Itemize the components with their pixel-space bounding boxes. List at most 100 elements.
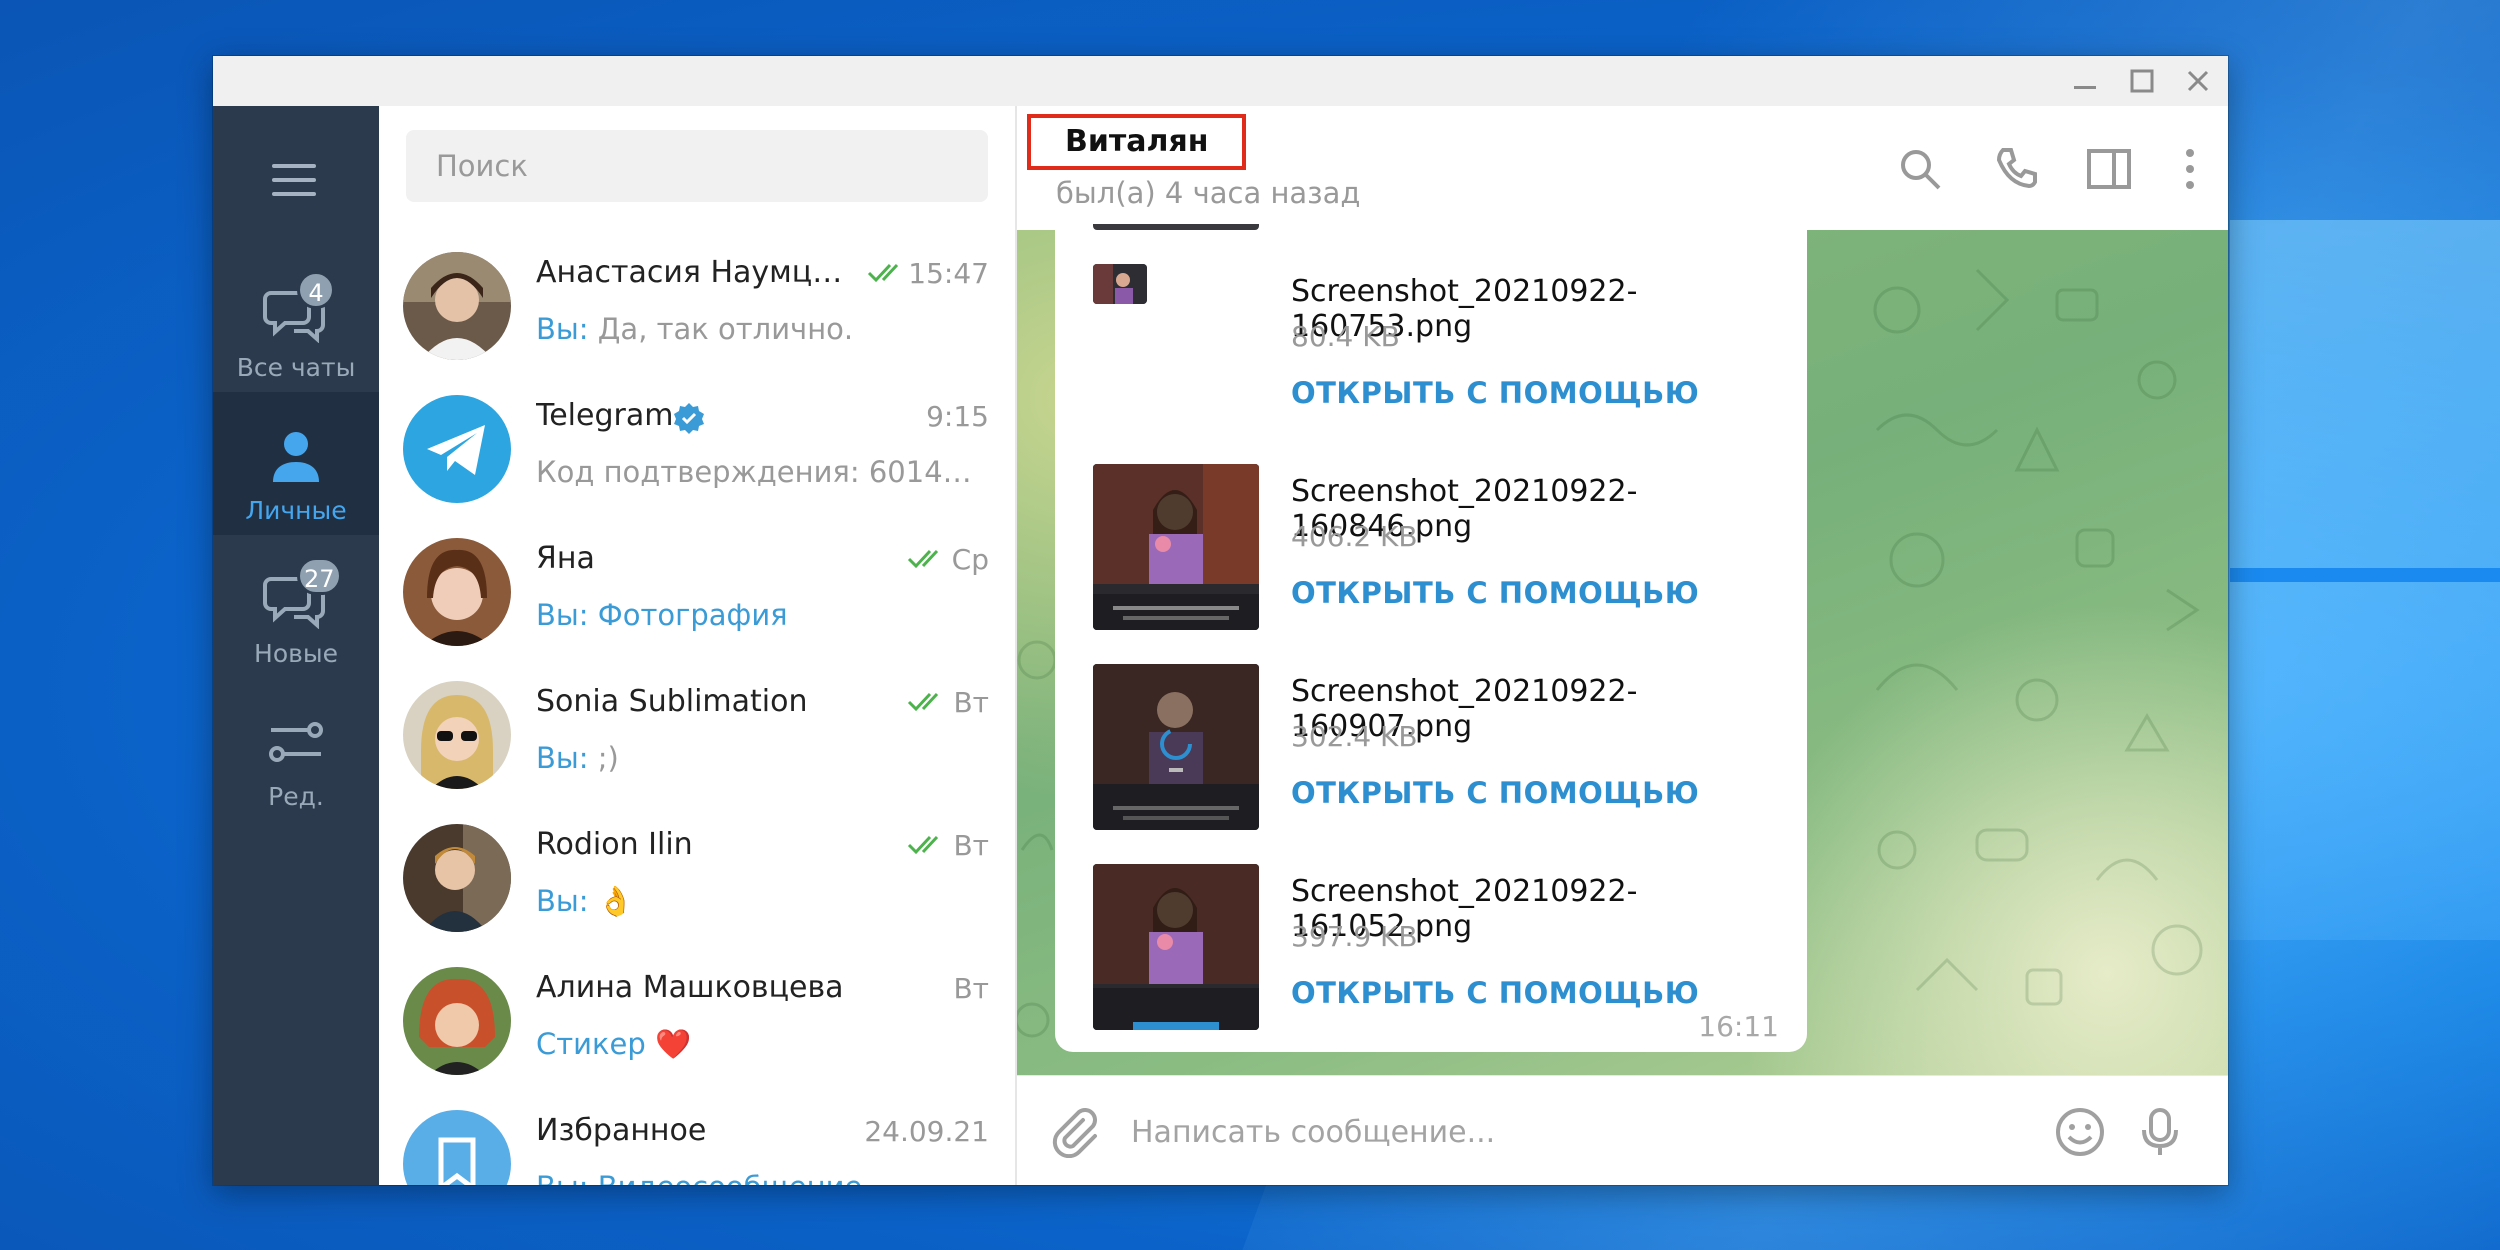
microphone-icon[interactable] xyxy=(2134,1106,2186,1158)
hamburger-icon xyxy=(272,164,316,168)
message-input[interactable] xyxy=(1129,1101,2033,1163)
avatar xyxy=(403,538,511,646)
chat-item-anastasia[interactable]: Анастасия Наумце... 15:47 Вы: Да, так от… xyxy=(379,235,1015,378)
double-check-icon xyxy=(907,692,939,712)
avatar xyxy=(403,395,511,503)
sidebar-toggle-icon[interactable] xyxy=(2086,146,2132,192)
chat-name: Анастасия Наумце... xyxy=(536,255,856,290)
menu-button[interactable] xyxy=(272,164,316,198)
chat-name: Яна xyxy=(536,541,595,576)
chat-item-favorites[interactable]: Избранное 24.09.21 Вы: Видеосообщение xyxy=(379,1093,1015,1185)
avatar xyxy=(403,824,511,932)
chat-time: Вт xyxy=(953,972,989,1005)
contact-status: был(а) 4 часа назад xyxy=(1056,176,1361,210)
chat-pane: Виталян был(а) 4 часа назад Screenshot_2… xyxy=(1017,106,2228,1185)
open-with-link[interactable]: ОТКРЫТЬ С ПОМОЩЬЮ xyxy=(1291,376,1699,410)
chat-preview: Вы: 👌 xyxy=(536,884,634,918)
message-composer xyxy=(1017,1075,2228,1185)
previous-thumbnail-edge xyxy=(1093,224,1259,230)
chat-time: 9:15 xyxy=(926,400,989,433)
double-check-icon xyxy=(907,549,939,569)
chat-time: Вт xyxy=(953,686,989,719)
chat-time: Вт xyxy=(953,829,989,862)
folder-personal[interactable]: Личные xyxy=(213,392,379,535)
file-thumbnail[interactable] xyxy=(1093,464,1259,630)
file-thumbnail[interactable] xyxy=(1093,864,1259,1030)
double-check-icon xyxy=(867,263,899,283)
folder-rail: 4 Все чаты Личные 27 Новые Ред. xyxy=(213,106,379,1185)
bookmark-icon xyxy=(438,1137,476,1185)
avatar xyxy=(403,252,511,360)
unread-badge: 27 xyxy=(297,557,342,595)
message-time: 16:11 xyxy=(1698,1010,1779,1043)
chat-name: Алина Машковцева xyxy=(536,970,844,1005)
file-attachment[interactable]: Screenshot_20210922-161052.png 397.9 KB … xyxy=(1055,864,1807,1052)
chat-name: Rodion Ilin xyxy=(536,827,693,862)
chat-item-yana[interactable]: Яна Ср Вы: Фотография xyxy=(379,521,1015,664)
chat-header: Виталян был(а) 4 часа назад xyxy=(1017,106,2228,231)
title-bar[interactable] xyxy=(213,56,2228,106)
file-size: 302.4 KB xyxy=(1291,720,1418,753)
contact-name[interactable]: Виталян xyxy=(1027,114,1247,170)
verified-badge-icon xyxy=(674,403,704,434)
windows-logo-pane xyxy=(2230,220,2500,940)
chat-preview: Вы: Да, так отлично. xyxy=(536,312,854,346)
message-bubble[interactable]: Screenshot_20210922-160753.png 80.4 KB О… xyxy=(1055,224,1807,1052)
chat-item-telegram[interactable]: Telegram 9:15 Код подтверждения: 60147. … xyxy=(379,378,1015,521)
chat-preview: Код подтверждения: 60147. ... xyxy=(536,455,986,489)
folder-new[interactable]: 27 Новые xyxy=(213,535,379,678)
chat-item-alina[interactable]: Алина Машковцева Вт Стикер ❤️ xyxy=(379,950,1015,1093)
folder-label: Все чаты xyxy=(236,353,356,382)
person-icon xyxy=(273,432,319,482)
folder-label: Личные xyxy=(245,496,347,525)
telegram-logo-icon xyxy=(427,425,485,475)
chat-preview: Стикер ❤️ xyxy=(536,1027,692,1061)
chat-time: 24.09.21 xyxy=(864,1115,989,1148)
sliders-icon xyxy=(269,722,323,762)
chat-item-sonia[interactable]: Sonia Sublimation Вт Вы: ;) xyxy=(379,664,1015,807)
telegram-window: 4 Все чаты Личные 27 Новые Ред. Поиск Ан… xyxy=(213,56,2228,1185)
file-size: 406.2 KB xyxy=(1291,520,1418,553)
chat-preview: Вы: Видеосообщение xyxy=(536,1170,862,1185)
folder-all-chats[interactable]: 4 Все чаты xyxy=(213,249,379,392)
folder-label: Новые xyxy=(254,639,338,668)
close-icon xyxy=(2187,70,2209,92)
maximize-button[interactable] xyxy=(2125,64,2159,98)
chat-time: Ср xyxy=(951,543,989,576)
unread-badge: 4 xyxy=(297,271,335,309)
file-attachment[interactable]: Screenshot_20210922-160753.png 80.4 KB О… xyxy=(1055,264,1807,464)
chat-name: Избранное xyxy=(536,1113,707,1148)
more-vertical-icon[interactable] xyxy=(2167,146,2213,192)
search-icon[interactable] xyxy=(1897,146,1943,192)
minimize-icon xyxy=(2074,86,2096,89)
avatar xyxy=(403,1110,511,1185)
chat-background: Screenshot_20210922-160753.png 80.4 KB О… xyxy=(1017,224,2228,1075)
close-button[interactable] xyxy=(2181,64,2215,98)
chat-time: 15:47 xyxy=(908,257,989,290)
minimize-button[interactable] xyxy=(2068,64,2102,98)
chat-name: Sonia Sublimation xyxy=(536,684,808,719)
chat-preview: Вы: ;) xyxy=(536,741,619,775)
open-with-link[interactable]: ОТКРЫТЬ С ПОМОЩЬЮ xyxy=(1291,776,1699,810)
attach-icon[interactable] xyxy=(1047,1106,1099,1158)
open-with-link[interactable]: ОТКРЫТЬ С ПОМОЩЬЮ xyxy=(1291,976,1699,1010)
file-thumbnail[interactable] xyxy=(1093,664,1259,830)
file-size: 80.4 KB xyxy=(1291,320,1400,353)
file-attachment[interactable]: Screenshot_20210922-160846.png 406.2 KB … xyxy=(1055,464,1807,664)
double-check-icon xyxy=(907,835,939,855)
chat-name: Telegram xyxy=(536,398,674,433)
maximize-icon xyxy=(2130,69,2154,93)
file-thumbnail[interactable] xyxy=(1093,264,1147,304)
phone-icon[interactable] xyxy=(1993,146,2039,192)
file-attachment[interactable]: Screenshot_20210922-160907.png 302.4 KB … xyxy=(1055,664,1807,864)
avatar xyxy=(403,681,511,789)
chat-item-rodion[interactable]: Rodion Ilin Вт Вы: 👌 xyxy=(379,807,1015,950)
open-with-link[interactable]: ОТКРЫТЬ С ПОМОЩЬЮ xyxy=(1291,576,1699,610)
folder-label: Ред. xyxy=(268,782,324,811)
chat-preview: Вы: Фотография xyxy=(536,598,788,632)
search-input[interactable] xyxy=(406,130,988,202)
file-size: 397.9 KB xyxy=(1291,920,1418,953)
avatar xyxy=(403,967,511,1075)
emoji-icon[interactable] xyxy=(2054,1106,2106,1158)
folder-edit[interactable]: Ред. xyxy=(213,678,379,821)
